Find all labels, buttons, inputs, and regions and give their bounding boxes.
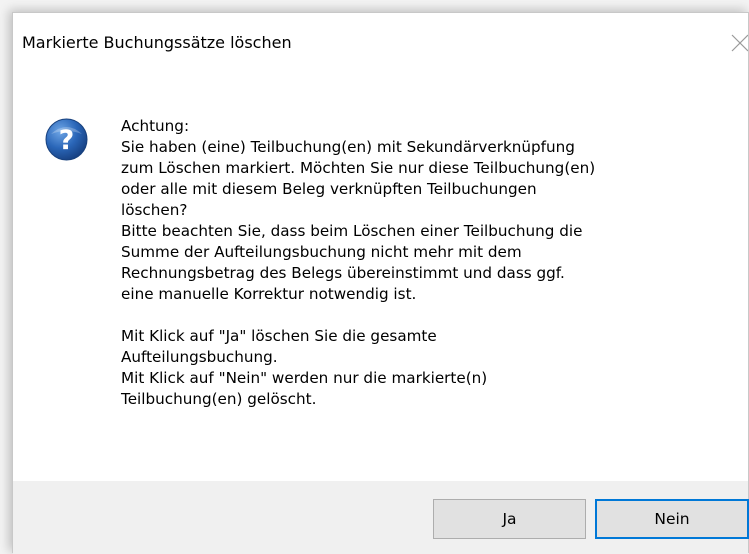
svg-text:?: ? bbox=[59, 125, 75, 156]
yes-button[interactable]: Ja bbox=[433, 499, 586, 539]
question-icon: ? bbox=[45, 118, 88, 161]
message-line: Mit Klick auf "Ja" löschen Sie die gesam… bbox=[121, 327, 437, 345]
message-line: Sie haben (eine) Teilbuchung(en) mit Sek… bbox=[121, 138, 575, 156]
message-line: Aufteilungsbuchung. bbox=[121, 348, 278, 366]
message-line: Mit Klick auf "Nein" werden nur die mark… bbox=[121, 369, 488, 387]
message-line: Rechnungsbetrag des Belegs übereinstimmt… bbox=[121, 264, 565, 282]
no-button[interactable]: Nein bbox=[595, 499, 749, 539]
message-line: oder alle mit diesem Beleg verknüpften T… bbox=[121, 180, 537, 198]
message-text: Achtung: Sie haben (eine) Teilbuchung(en… bbox=[121, 116, 731, 410]
close-button[interactable] bbox=[726, 23, 748, 63]
message-line: Summe der Aufteilungsbuchung nicht mehr … bbox=[121, 243, 522, 261]
dialog-content: ? Achtung: Sie haben (eine) Teilbuchung(… bbox=[13, 75, 748, 481]
message-line: eine manuelle Korrektur notwendig ist. bbox=[121, 285, 417, 303]
dialog-title: Markierte Buchungssätze löschen bbox=[22, 33, 292, 52]
message-line: löschen? bbox=[121, 201, 188, 219]
message-line: Bitte beachten Sie, dass beim Löschen ei… bbox=[121, 222, 583, 240]
title-bar: Markierte Buchungssätze löschen bbox=[13, 13, 748, 75]
close-icon bbox=[731, 34, 748, 52]
message-line: Achtung: bbox=[121, 117, 190, 135]
confirm-dialog: Markierte Buchungssätze löschen ? Achtun… bbox=[12, 12, 749, 554]
button-bar: Ja Nein bbox=[13, 481, 749, 554]
message-line: zum Löschen markiert. Möchten Sie nur di… bbox=[121, 159, 596, 177]
message-line: Teilbuchung(en) gelöscht. bbox=[121, 390, 317, 408]
